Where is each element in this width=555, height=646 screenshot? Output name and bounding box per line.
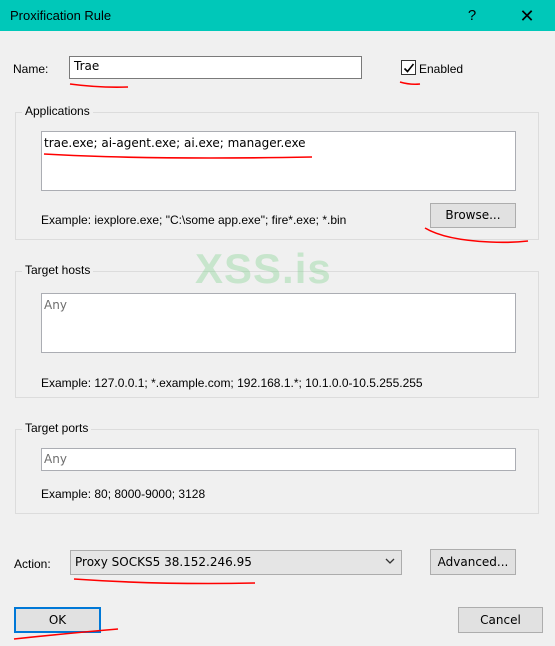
watermark: XSS.is (195, 245, 332, 292)
applications-input[interactable]: trae.exe; ai-agent.exe; ai.exe; manager.… (41, 131, 516, 191)
target-ports-legend: Target ports (22, 421, 92, 435)
advanced-button[interactable]: Advanced... (430, 549, 516, 575)
applications-legend: Applications (22, 104, 93, 118)
name-label: Name: (13, 62, 49, 76)
target-hosts-input[interactable]: Any (41, 293, 516, 353)
close-button[interactable]: ✕ (512, 4, 542, 28)
ok-button[interactable]: OK (14, 607, 101, 633)
action-select[interactable]: Proxy SOCKS5 38.152.246.95 (70, 550, 402, 575)
target-ports-example: Example: 80; 8000-9000; 3128 (41, 487, 206, 501)
title-bar: Proxification Rule ? ✕ (0, 0, 555, 31)
action-label: Action: (14, 557, 51, 571)
target-hosts-example: Example: 127.0.0.1; *.example.com; 192.1… (41, 376, 423, 390)
name-input[interactable]: Trae (69, 56, 362, 79)
enabled-label: Enabled (419, 62, 464, 76)
applications-example: Example: iexplore.exe; "C:\some app.exe"… (41, 213, 347, 227)
enabled-checkbox[interactable] (401, 60, 416, 75)
chevron-down-icon (385, 558, 395, 564)
browse-button[interactable]: Browse... (430, 203, 516, 228)
action-selected-value: Proxy SOCKS5 38.152.246.95 (75, 555, 252, 569)
checkmark-icon (403, 63, 415, 73)
window-title: Proxification Rule (10, 8, 112, 23)
target-hosts-legend: Target hosts (22, 263, 94, 277)
target-ports-group: Target ports (15, 421, 539, 514)
cancel-button[interactable]: Cancel (458, 607, 543, 633)
target-ports-input[interactable]: Any (41, 448, 516, 471)
help-button[interactable]: ? (462, 6, 482, 26)
